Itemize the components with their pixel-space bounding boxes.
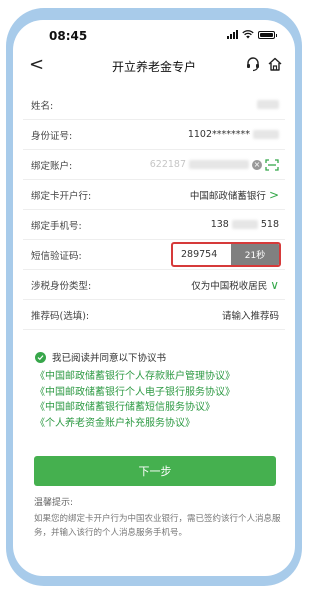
sms-code-input[interactable]: 289754: [173, 244, 231, 265]
protocol-link[interactable]: 《中国邮政储蓄银行个人存款账户管理协议》: [35, 369, 283, 385]
agree-checkbox-line[interactable]: 我已阅读并同意以下协议书: [35, 350, 283, 364]
bank-row[interactable]: 绑定卡开户行: 中国邮政储蓄银行 >: [23, 180, 285, 210]
phone-label: 绑定手机号:: [31, 220, 82, 232]
bank-label: 绑定卡开户行:: [31, 190, 92, 202]
sms-label: 短信验证码:: [31, 250, 82, 262]
next-button[interactable]: 下一步: [34, 456, 276, 486]
id-value-masked: [253, 130, 279, 139]
referral-label: 推荐码(选填):: [31, 310, 90, 322]
sms-code-box: 289754 21秒: [171, 242, 281, 267]
bank-value: 中国邮政储蓄银行: [189, 190, 266, 202]
account-value: 622187: [149, 159, 186, 170]
status-icons: [227, 30, 277, 39]
id-value: 1102********: [187, 129, 250, 140]
wifi-icon: [242, 30, 254, 39]
chevron-right-icon: >: [268, 187, 279, 202]
agreement-section: 我已阅读并同意以下协议书 《中国邮政储蓄银行个人存款账户管理协议》 《中国邮政储…: [35, 350, 283, 431]
id-label: 身份证号:: [31, 130, 73, 142]
protocol-link[interactable]: 《中国邮政储蓄银行储蓄短信服务协议》: [35, 400, 283, 416]
account-value-masked: [189, 160, 249, 169]
battery-icon: [258, 30, 277, 39]
account-label: 绑定账户:: [31, 160, 73, 172]
customer-service-icon[interactable]: [245, 56, 261, 72]
name-label: 姓名:: [31, 100, 54, 112]
account-form: 姓名: 身份证号: 1102******** 绑定账户: 622187 × 绑定…: [23, 90, 285, 330]
chevron-down-icon: ∨: [270, 277, 279, 292]
referral-row: 推荐码(选填): 请输入推荐码: [23, 300, 285, 330]
referral-input[interactable]: 请输入推荐码: [222, 308, 279, 322]
tax-row[interactable]: 涉税身份类型: 仅为中国税收居民 ∨: [23, 270, 285, 300]
sms-row: 短信验证码: 289754 21秒: [23, 240, 285, 270]
clear-icon[interactable]: ×: [252, 159, 262, 170]
phone-suffix: 518: [260, 219, 279, 230]
name-value-masked: [257, 100, 279, 109]
phone-masked: [231, 220, 258, 229]
phone-prefix: 138: [210, 219, 229, 230]
id-row: 身份证号: 1102********: [23, 120, 285, 150]
tips-title: 温馨提示:: [34, 498, 74, 508]
phone-row: 绑定手机号: 138 518: [23, 210, 285, 240]
status-bar: 08:45: [13, 20, 295, 48]
name-row: 姓名:: [23, 90, 285, 120]
account-row: 绑定账户: 622187 ×: [23, 150, 285, 180]
tax-value: 仅为中国税收居民: [191, 280, 268, 292]
home-icon[interactable]: [267, 56, 283, 72]
protocol-link[interactable]: 《中国邮政储蓄银行个人电子银行服务协议》: [35, 385, 283, 401]
nav-bar: < 开立养老金专户: [13, 48, 295, 82]
sms-countdown-button[interactable]: 21秒: [231, 244, 279, 265]
scan-icon[interactable]: [265, 158, 279, 171]
signal-icon: [227, 30, 238, 39]
tips-section: 温馨提示: 如果您的绑定卡开户行为中国农业银行，需已签约该行个人消息服务，并输入…: [34, 496, 281, 540]
tips-body: 如果您的绑定卡开户行为中国农业银行，需已签约该行个人消息服务，并输入该行的个人消…: [34, 514, 281, 538]
checkmark-icon[interactable]: [35, 351, 46, 363]
protocol-link[interactable]: 《个人养老资金账户补充服务协议》: [35, 416, 283, 432]
screen: 08:45 < 开立养老金专户 姓名: 身份证号: 1102******** 绑…: [13, 20, 295, 576]
status-time: 08:45: [49, 29, 88, 43]
tax-label: 涉税身份类型:: [31, 280, 92, 292]
agree-text: 我已阅读并同意以下协议书: [52, 353, 167, 364]
